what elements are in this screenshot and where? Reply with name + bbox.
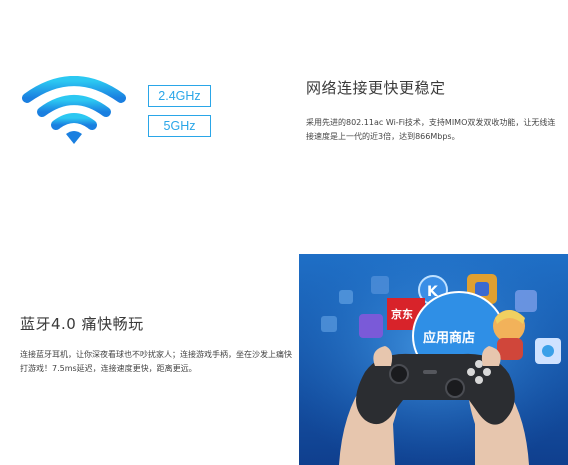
bluetooth-section-title: 蓝牙4.0 痛快畅玩 <box>20 315 144 333</box>
bluetooth-section-description: 连接蓝牙耳机，让你深夜看球也不吵扰家人；连接游戏手柄，坐在沙发上痛快打游戏！7.… <box>20 350 292 373</box>
wifi-section-title: 网络连接更快更稳定 <box>306 79 446 97</box>
tv-gamepad-photo: K 京东 应用商店 <box>299 254 568 465</box>
band-5ghz-badge: 5GHz <box>148 115 211 137</box>
wifi-section-description: 采用先进的802.11ac Wi-Fi技术，支持MIMO双发双收功能，让无线连接… <box>306 118 556 141</box>
svg-text:京东: 京东 <box>391 307 413 321</box>
wifi-icon <box>22 76 126 144</box>
svg-text:应用商店: 应用商店 <box>423 330 475 346</box>
band-2-4ghz-badge: 2.4GHz <box>148 85 211 107</box>
